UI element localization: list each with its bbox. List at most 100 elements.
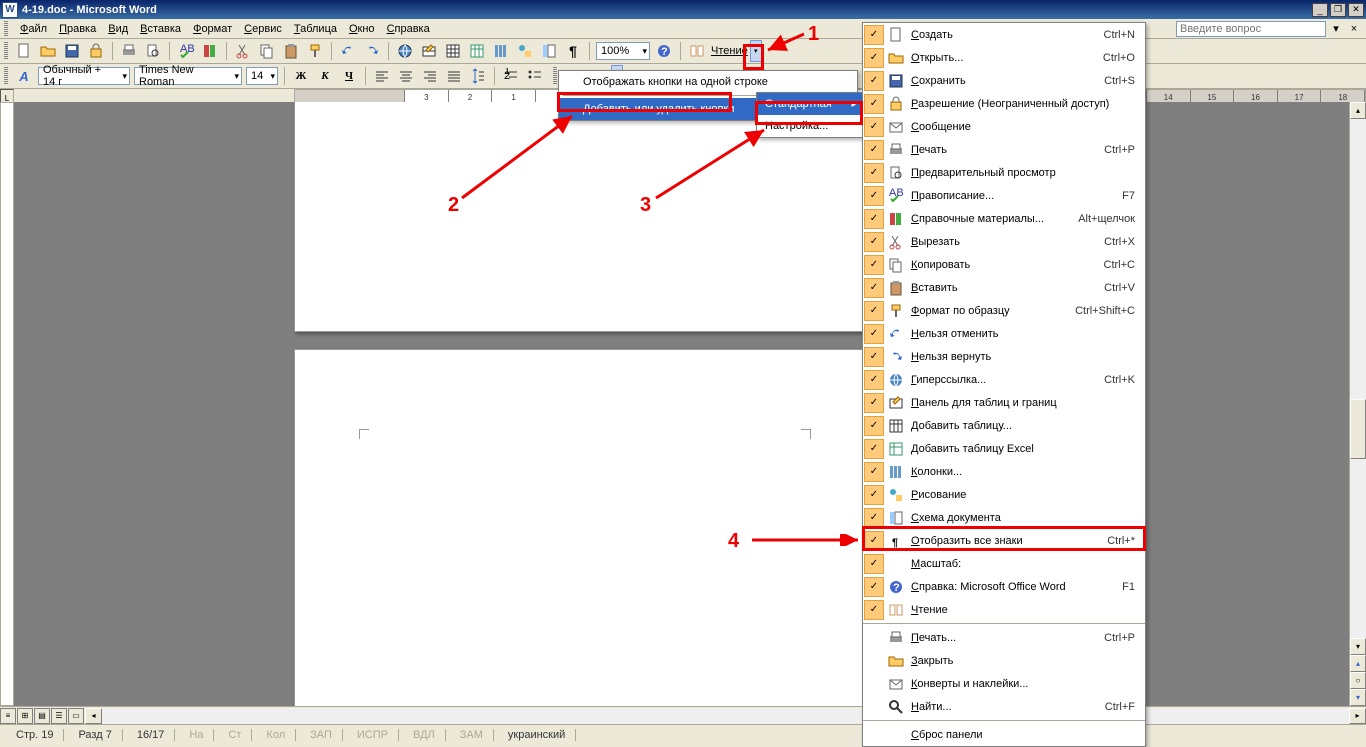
scroll-left-button[interactable]: ◂ (85, 708, 102, 724)
command-item[interactable]: ✓Панель для таблиц и границ (863, 391, 1145, 414)
size-combo[interactable]: 14 (246, 67, 278, 85)
vertical-ruler[interactable] (0, 102, 14, 706)
command-item[interactable]: ✓Сообщение (863, 115, 1145, 138)
customize-item[interactable]: Настройка... (757, 115, 862, 137)
menu-вид[interactable]: Вид (102, 21, 134, 37)
menu-формат[interactable]: Формат (187, 21, 238, 37)
standard-toolbar-item[interactable]: Стандартная▸ (757, 93, 862, 115)
command-item[interactable]: ✓ВставитьCtrl+V (863, 276, 1145, 299)
reading-layout-icon[interactable] (686, 40, 708, 62)
format-painter-button[interactable] (304, 40, 326, 62)
scroll-down-button[interactable]: ▾ (1350, 638, 1366, 655)
browse-prev-button[interactable]: ▴ (1350, 655, 1366, 672)
command-item[interactable]: Сброс панели (863, 723, 1145, 746)
command-item[interactable]: ✓Рисование (863, 483, 1145, 506)
command-item[interactable]: ✓КопироватьCtrl+C (863, 253, 1145, 276)
align-left-button[interactable] (371, 65, 393, 87)
command-item[interactable]: ✓СохранитьCtrl+S (863, 69, 1145, 92)
command-item[interactable]: Закрыть (863, 649, 1145, 672)
help-close[interactable]: × (1346, 22, 1362, 36)
command-item[interactable]: ✓Схема документа (863, 506, 1145, 529)
ask-input[interactable] (1176, 21, 1326, 37)
command-item[interactable]: ✓Гиперссылка...Ctrl+K (863, 368, 1145, 391)
pilcrow-button[interactable]: ¶ (562, 40, 584, 62)
bullets-button[interactable] (524, 65, 546, 87)
command-item[interactable]: Печать...Ctrl+P (863, 626, 1145, 649)
minimize-button[interactable]: _ (1312, 3, 1328, 17)
normal-view-button[interactable]: ≡ (0, 708, 16, 724)
toolbar-grip[interactable] (4, 21, 8, 37)
command-item[interactable]: ✓ПечатьCtrl+P (863, 138, 1145, 161)
help-button[interactable]: ? (653, 40, 675, 62)
align-center-button[interactable] (395, 65, 417, 87)
toolbar-grip[interactable] (553, 67, 557, 85)
command-item[interactable]: ✓Разрешение (Неограниченный доступ) (863, 92, 1145, 115)
italic-button[interactable]: К (314, 65, 336, 87)
command-item[interactable]: ✓Формат по образцуCtrl+Shift+C (863, 299, 1145, 322)
hyperlink-button[interactable] (394, 40, 416, 62)
styles-button[interactable]: A (13, 65, 35, 87)
font-combo[interactable]: Times New Roman (134, 67, 242, 85)
insert-table-button[interactable] (442, 40, 464, 62)
menu-правка[interactable]: Правка (53, 21, 102, 37)
help-dropdown[interactable]: ▾ (1328, 22, 1344, 36)
doc-map-button[interactable] (538, 40, 560, 62)
permission-button[interactable] (85, 40, 107, 62)
align-right-button[interactable] (419, 65, 441, 87)
scroll-up-button[interactable]: ▴ (1350, 102, 1366, 119)
reading-view-button[interactable]: ▭ (68, 708, 84, 724)
save-button[interactable] (61, 40, 83, 62)
browse-next-button[interactable]: ▾ (1350, 689, 1366, 706)
copy-button[interactable] (256, 40, 278, 62)
outline-view-button[interactable]: ☰ (51, 708, 67, 724)
tables-borders-button[interactable] (418, 40, 440, 62)
columns-button[interactable] (490, 40, 512, 62)
toolbar-grip[interactable] (4, 67, 8, 85)
restore-button[interactable]: ❐ (1330, 3, 1346, 17)
command-item[interactable]: ✓СоздатьCtrl+N (863, 23, 1145, 46)
print-view-button[interactable]: ▤ (34, 708, 50, 724)
insert-excel-button[interactable] (466, 40, 488, 62)
browse-object-button[interactable]: ○ (1350, 672, 1366, 689)
command-item[interactable]: ✓¶Отобразить все знакиCtrl+* (863, 529, 1145, 552)
underline-button[interactable]: Ч (338, 65, 360, 87)
align-justify-button[interactable] (443, 65, 465, 87)
toolbar-grip[interactable] (4, 42, 8, 60)
preview-button[interactable] (142, 40, 164, 62)
command-item[interactable]: ✓Чтение (863, 598, 1145, 621)
menu-таблица[interactable]: Таблица (288, 21, 343, 37)
line-spacing-button[interactable] (467, 65, 489, 87)
command-item[interactable]: ✓ABCПравописание...F7 (863, 184, 1145, 207)
new-button[interactable] (13, 40, 35, 62)
command-item[interactable]: ✓Предварительный просмотр (863, 161, 1145, 184)
vertical-scrollbar[interactable]: ▴ ▾ ▴ ○ ▾ (1349, 102, 1366, 706)
command-item[interactable]: ✓Масштаб: (863, 552, 1145, 575)
paste-button[interactable] (280, 40, 302, 62)
command-item[interactable]: ✓Нельзя вернуть (863, 345, 1145, 368)
command-item[interactable]: Конверты и наклейки... (863, 672, 1145, 695)
zoom-combo[interactable]: 100% (596, 42, 650, 60)
command-item[interactable]: ✓ВырезатьCtrl+X (863, 230, 1145, 253)
menu-справка[interactable]: Справка (381, 21, 436, 37)
menu-сервис[interactable]: Сервис (238, 21, 288, 37)
cut-button[interactable] (232, 40, 254, 62)
reading-label[interactable]: Чтение (711, 45, 748, 57)
numbering-button[interactable]: 12 (500, 65, 522, 87)
open-button[interactable] (37, 40, 59, 62)
style-combo[interactable]: Обычный + 14 г (38, 67, 130, 85)
document-page[interactable] (294, 349, 876, 706)
drawing-button[interactable] (514, 40, 536, 62)
print-button[interactable] (118, 40, 140, 62)
command-item[interactable]: ✓?Справка: Microsoft Office WordF1 (863, 575, 1145, 598)
show-buttons-one-line-item[interactable]: Отображать кнопки на одной строке (559, 71, 857, 93)
menu-окно[interactable]: Окно (343, 21, 381, 37)
undo-button[interactable] (337, 40, 359, 62)
command-item[interactable]: ✓Добавить таблицу Excel (863, 437, 1145, 460)
menu-вставка[interactable]: Вставка (134, 21, 187, 37)
menu-файл[interactable]: Файл (14, 21, 53, 37)
document-area[interactable] (14, 102, 1349, 706)
redo-button[interactable] (361, 40, 383, 62)
command-item[interactable]: ✓Колонки... (863, 460, 1145, 483)
scroll-thumb[interactable] (1350, 399, 1366, 459)
command-item[interactable]: ✓Справочные материалы...Alt+щелчок (863, 207, 1145, 230)
